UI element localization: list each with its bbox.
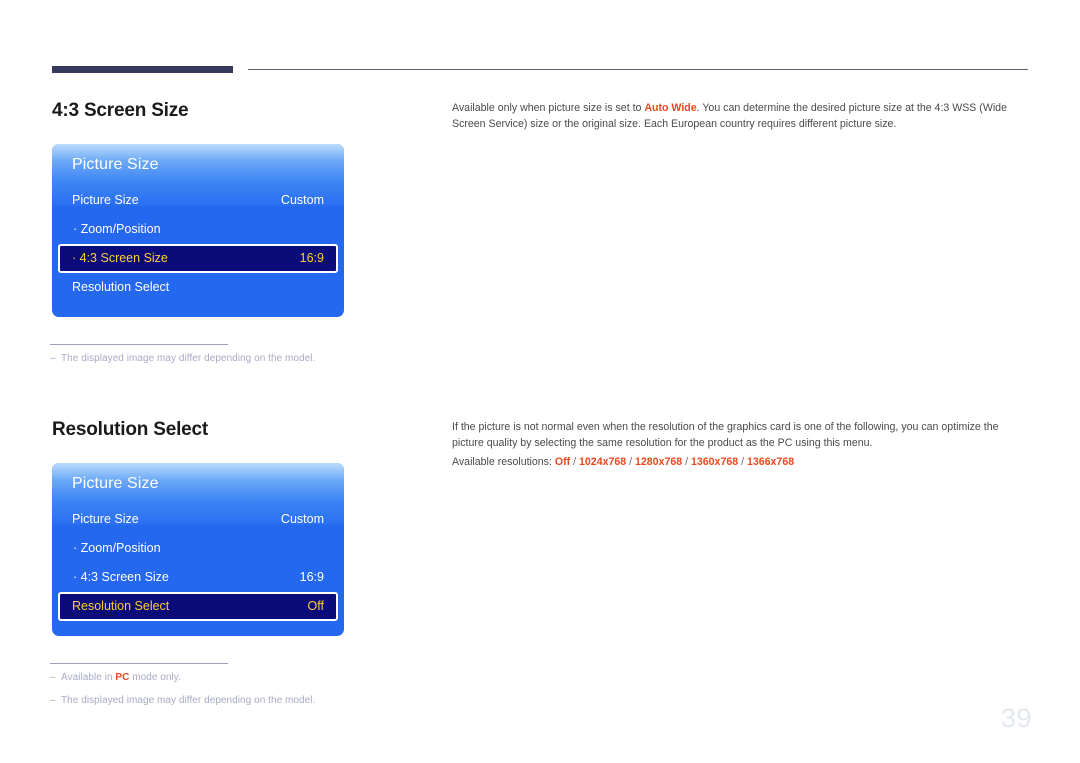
osd-title: Picture Size [72, 156, 159, 173]
section-heading-resolution-select: Resolution Select [52, 419, 209, 440]
available-resolutions-line: Available resolutions: Off / 1024x768 / … [452, 455, 794, 471]
osd-panel-picture-size-2: Picture Size Picture Size Custom · Zoom/… [52, 463, 344, 636]
osd-row-resolution-select-selected[interactable]: Resolution Select Off [58, 592, 338, 621]
osd-row-value: 16:9 [299, 251, 324, 265]
note-separator-1 [50, 344, 228, 345]
osd-row-value: Custom [280, 193, 324, 207]
osd-row-value: Off [307, 599, 324, 613]
copy-accent-auto-wide: Auto Wide [644, 102, 697, 114]
available-resolutions-items: Off / 1024x768 / 1280x768 / 1360x768 / 1… [555, 456, 794, 468]
available-resolution-item: 1280x768 [635, 456, 683, 468]
copy-lead: Available only when picture size is set … [452, 102, 645, 114]
note-accent-pc: PC [115, 672, 130, 683]
note-dash: ‒ [50, 672, 56, 683]
osd-row-zoom-position[interactable]: · Zoom/Position [52, 215, 344, 244]
osd-row-label: Resolution Select [72, 599, 170, 613]
osd-row-label: Resolution Select [72, 280, 170, 294]
note-separator-2 [50, 663, 228, 664]
note-text-after: mode only. [129, 672, 181, 683]
header-rule-thick [52, 66, 233, 73]
note-display-image-2: ‒ The displayed image may differ dependin… [50, 695, 315, 706]
osd-row-picture-size[interactable]: Picture Size Custom [52, 505, 344, 534]
osd-row-label: Picture Size [72, 193, 139, 207]
note-text: The displayed image may differ depending… [61, 353, 316, 364]
body-copy-4-3-screen-size: Available only when picture size is set … [452, 101, 1030, 132]
copy-lead: If the picture is not normal even when t… [452, 421, 999, 449]
available-resolution-item: 1366x768 [746, 456, 795, 468]
osd-row-label: · Zoom/Position [73, 222, 161, 236]
available-resolutions-label: Available resolutions: [452, 456, 555, 468]
header-rule-thin [248, 69, 1028, 70]
body-copy-resolution-select: If the picture is not normal even when t… [452, 420, 1030, 451]
osd-row-label: · 4:3 Screen Size [73, 570, 169, 584]
available-resolutions-separator: / [682, 456, 691, 468]
osd-title: Picture Size [72, 475, 159, 492]
osd-row-list: Picture Size Custom · Zoom/Position · 4:… [52, 505, 344, 621]
osd-row-list: Picture Size Custom · Zoom/Position · 4:… [52, 186, 344, 302]
osd-row-label: · Zoom/Position [73, 541, 161, 555]
osd-row-value: Custom [280, 512, 324, 526]
note-pc-mode-only: ‒ Available in PC mode only. [50, 672, 181, 683]
note-dash: ‒ [50, 353, 56, 364]
section-heading-4-3-screen-size: 4:3 Screen Size [52, 100, 189, 121]
available-resolution-item: Off [554, 456, 571, 468]
osd-row-resolution-select[interactable]: Resolution Select [52, 273, 344, 302]
osd-panel-picture-size-1: Picture Size Picture Size Custom · Zoom/… [52, 144, 344, 317]
available-resolutions-separator: / [570, 456, 580, 468]
note-dash: ‒ [50, 695, 56, 706]
osd-row-4-3-screen-size[interactable]: · 4:3 Screen Size 16:9 [52, 563, 344, 592]
osd-row-zoom-position[interactable]: · Zoom/Position [52, 534, 344, 563]
page-number: 39 [1000, 703, 1032, 733]
note-text-before: Available in [61, 672, 116, 683]
available-resolution-item: 1024x768 [579, 456, 627, 468]
osd-row-label: Picture Size [72, 512, 139, 526]
note-text: The displayed image may differ depending… [61, 695, 316, 706]
osd-row-picture-size[interactable]: Picture Size Custom [52, 186, 344, 215]
osd-row-value: 16:9 [299, 570, 324, 584]
available-resolutions-separator: / [626, 456, 635, 468]
available-resolutions-separator: / [738, 456, 747, 468]
note-display-image-1: ‒ The displayed image may differ dependin… [50, 353, 315, 364]
osd-row-label: · 4:3 Screen Size [72, 251, 168, 265]
osd-row-4-3-screen-size-selected[interactable]: · 4:3 Screen Size 16:9 [58, 244, 338, 273]
available-resolution-item: 1360x768 [690, 456, 739, 468]
